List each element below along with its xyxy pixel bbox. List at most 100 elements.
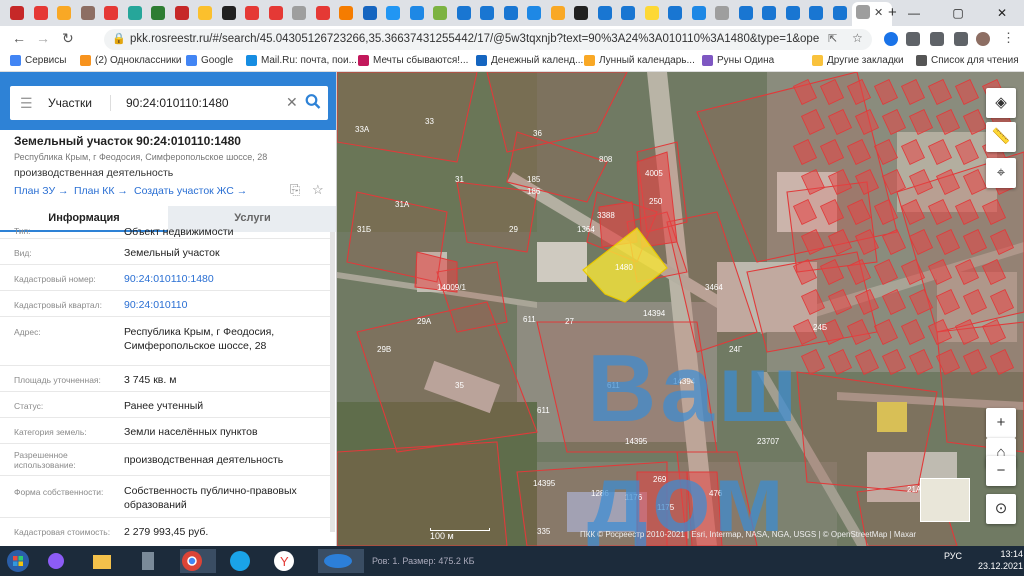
browser-tab[interactable]	[312, 3, 334, 23]
url-text[interactable]: pkk.rosreestr.ru/#/search/45.04305126723…	[130, 33, 820, 45]
bookmark-item[interactable]: Mail.Ru: почта, пои...	[246, 55, 357, 66]
search-input[interactable]: 90:24:010110:1480	[126, 96, 229, 110]
browser-tab[interactable]	[664, 3, 686, 23]
start-icon[interactable]	[6, 549, 42, 573]
minimap[interactable]	[920, 478, 970, 522]
zoom-in-button[interactable]: +	[986, 408, 1016, 438]
avatar[interactable]	[976, 32, 990, 46]
browser-tab[interactable]	[829, 3, 851, 23]
search-icon[interactable]	[305, 93, 321, 111]
bookmark-item[interactable]: Сервисы	[10, 55, 66, 66]
browser-tab[interactable]	[758, 3, 780, 23]
browser-tab[interactable]	[288, 3, 310, 23]
back-button[interactable]: ←	[12, 30, 26, 46]
browser-tab[interactable]	[100, 3, 122, 23]
browser-tab[interactable]	[124, 3, 146, 23]
app-icon[interactable]	[318, 549, 364, 573]
browser-tab[interactable]	[594, 3, 616, 23]
bookmark-item[interactable]: Список для чтения	[916, 55, 1019, 66]
browser-tab[interactable]	[194, 3, 216, 23]
calculator-icon[interactable]	[136, 549, 172, 573]
browser-tab[interactable]	[359, 3, 381, 23]
browser-tab[interactable]	[218, 3, 240, 23]
browser-tab[interactable]	[688, 3, 710, 23]
browser-tab[interactable]	[476, 3, 498, 23]
browser-tab[interactable]	[500, 3, 522, 23]
bookmark-item[interactable]: Руны Одина	[702, 55, 774, 66]
browser-tab[interactable]	[547, 3, 569, 23]
share-icon[interactable]: ⇱	[828, 32, 837, 45]
browser-tab[interactable]: ✕	[852, 2, 892, 26]
plan-zu-link[interactable]: План ЗУ →	[14, 185, 69, 197]
browser-tab[interactable]	[406, 3, 428, 23]
yandex-browser-icon[interactable]: Y	[272, 549, 308, 573]
map-view[interactable]: 33А 31Б 31А 31 29 29А 29В 33 35 611 611 611 27 14395 1…	[337, 72, 1024, 546]
menu-kebab-icon[interactable]: ⋮	[1002, 30, 1015, 46]
create-parcel-link[interactable]: Создать участок ЖС →	[134, 185, 247, 197]
browser-tab[interactable]	[617, 3, 639, 23]
browser-tab[interactable]	[30, 3, 52, 23]
ruler-button[interactable]: 📏	[986, 122, 1016, 152]
favorite-star-icon[interactable]: ☆	[312, 182, 324, 197]
extensions-puzzle-icon[interactable]	[930, 32, 944, 46]
explorer-icon[interactable]	[90, 549, 126, 573]
browser-tab[interactable]	[711, 3, 733, 23]
minimize-button[interactable]: —	[892, 0, 936, 26]
browser-tab[interactable]	[523, 3, 545, 23]
browser-tab[interactable]	[147, 3, 169, 23]
alice-icon[interactable]	[44, 549, 80, 573]
parcel-label: 14009/1	[437, 283, 466, 292]
browser-tab[interactable]	[429, 3, 451, 23]
menu-icon[interactable]: ☰	[20, 95, 33, 112]
chrome-icon[interactable]	[180, 549, 216, 573]
search-box[interactable]: ☰ Участки 90:24:010110:1480 ✕	[10, 86, 328, 120]
clear-icon[interactable]: ✕	[286, 94, 298, 111]
browser-tab[interactable]	[53, 3, 75, 23]
bookmark-item[interactable]: Google	[186, 55, 233, 66]
browser-tab[interactable]	[335, 3, 357, 23]
panel-scrollbar[interactable]	[330, 232, 335, 532]
bookmark-item[interactable]: (2) Одноклассники	[80, 55, 181, 66]
bookmark-item[interactable]: Другие закладки	[812, 55, 904, 66]
parcel-boundary[interactable]	[456, 181, 538, 253]
extension-icon[interactable]	[906, 32, 920, 46]
edge-icon[interactable]	[228, 549, 264, 573]
parcel-boundary[interactable]	[786, 181, 878, 273]
browser-tab[interactable]	[171, 3, 193, 23]
language-indicator[interactable]: РУС	[944, 551, 962, 561]
address-bar[interactable]: 🔒 pkk.rosreestr.ru/#/search/45.043051267…	[104, 29, 872, 50]
browser-tab[interactable]	[782, 3, 804, 23]
browser-tab[interactable]	[735, 3, 757, 23]
report-icon[interactable]: ⎘	[290, 182, 300, 197]
browser-tab[interactable]	[6, 3, 28, 23]
media-icon[interactable]	[954, 32, 968, 46]
clock[interactable]: 13:14 23.12.2021	[978, 548, 1023, 572]
plan-kk-link[interactable]: План КК →	[74, 185, 128, 197]
search-type-select[interactable]: Участки	[48, 96, 92, 110]
browser-tab[interactable]	[382, 3, 404, 23]
browser-tab[interactable]	[265, 3, 287, 23]
reload-button[interactable]: ↻	[62, 30, 74, 47]
browser-tab[interactable]	[241, 3, 263, 23]
browser-tab[interactable]	[570, 3, 592, 23]
extension-icon[interactable]	[884, 32, 898, 46]
close-window-button[interactable]: ✕	[980, 0, 1024, 26]
browser-tab[interactable]	[77, 3, 99, 23]
cadastral-number-link[interactable]: 90:24:010110:1480	[124, 272, 324, 286]
bookmark-item[interactable]: Лунный календарь...	[584, 55, 695, 66]
browser-tab[interactable]	[641, 3, 663, 23]
layers-button[interactable]: ◈	[986, 88, 1016, 118]
locate-button[interactable]: ⌖	[986, 158, 1016, 188]
close-tab-icon[interactable]: ✕	[874, 6, 883, 19]
bookmark-star-icon[interactable]: ☆	[852, 31, 863, 45]
bookmark-item[interactable]: Мечты сбываются!...	[358, 55, 468, 66]
lock-icon[interactable]: 🔒	[112, 32, 126, 45]
bookmark-item[interactable]: Денежный календ...	[476, 55, 583, 66]
compass-button[interactable]: ⊙	[986, 494, 1016, 524]
cadastral-quarter-link[interactable]: 90:24:010110	[124, 298, 324, 312]
forward-button[interactable]: →	[36, 30, 50, 46]
browser-tab[interactable]	[805, 3, 827, 23]
maximize-button[interactable]: ▢	[936, 0, 980, 26]
zoom-out-button[interactable]: −	[986, 456, 1016, 486]
browser-tab[interactable]	[453, 3, 475, 23]
